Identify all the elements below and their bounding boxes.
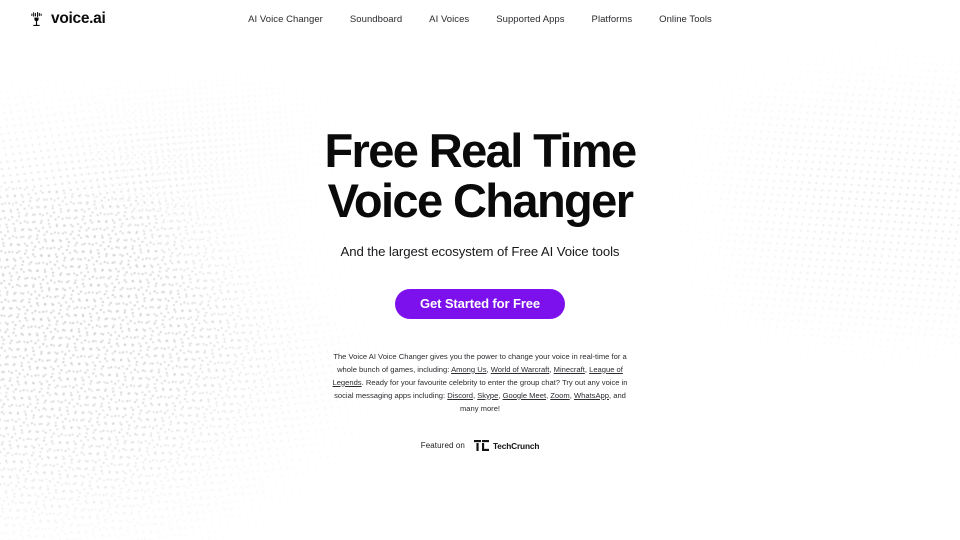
link-discord[interactable]: Discord: [447, 391, 473, 400]
get-started-button[interactable]: Get Started for Free: [394, 288, 566, 319]
nav-item-supported-apps[interactable]: Supported Apps: [496, 14, 564, 25]
link-whatsapp[interactable]: WhatsApp: [574, 391, 609, 400]
nav-item-ai-voices[interactable]: AI Voices: [429, 14, 469, 25]
page-subtitle: And the largest ecosystem of Free AI Voi…: [340, 243, 620, 259]
link-world-of-warcraft[interactable]: World of Warcraft: [491, 365, 550, 374]
hero-section: Free Real Time Voice Changer And the lar…: [0, 38, 960, 415]
techcrunch-wordmark: TechCrunch: [492, 440, 540, 451]
page-title: Free Real Time Voice Changer: [0, 124, 960, 228]
nav-item-online-tools[interactable]: Online Tools: [659, 14, 712, 25]
nav-item-ai-voice-changer[interactable]: AI Voice Changer: [248, 14, 323, 25]
nav-item-soundboard[interactable]: Soundboard: [350, 14, 402, 25]
main-navigation: AI Voice Changer Soundboard AI Voices Su…: [248, 14, 712, 25]
cta-container: Get Started for Free: [0, 288, 960, 319]
brand-logo[interactable]: voice.ai: [28, 10, 106, 28]
techcrunch-logo[interactable]: TechCrunch: [473, 440, 540, 451]
featured-on-label: Featured on: [420, 441, 465, 450]
link-zoom[interactable]: Zoom: [550, 391, 569, 400]
brand-name: voice.ai: [51, 10, 106, 28]
page-title-line-1: Free Real Time: [324, 124, 637, 177]
microphone-soundwave-icon: [28, 11, 45, 28]
hero-description: The Voice AI Voice Changer gives you the…: [332, 351, 628, 413]
techcrunch-tc-monogram-icon: [473, 440, 489, 451]
site-header: voice.ai AI Voice Changer Soundboard AI …: [0, 0, 960, 38]
nav-item-platforms[interactable]: Platforms: [592, 14, 633, 25]
link-skype[interactable]: Skype: [477, 391, 498, 400]
link-minecraft[interactable]: Minecraft: [554, 365, 585, 374]
featured-on-section: Featured on TechCrunch: [0, 440, 960, 451]
link-among-us[interactable]: Among Us: [451, 365, 486, 374]
landing-page: voice.ai AI Voice Changer Soundboard AI …: [0, 0, 960, 540]
link-google-meet[interactable]: Google Meet: [503, 391, 546, 400]
page-title-line-2: Voice Changer: [327, 174, 634, 228]
